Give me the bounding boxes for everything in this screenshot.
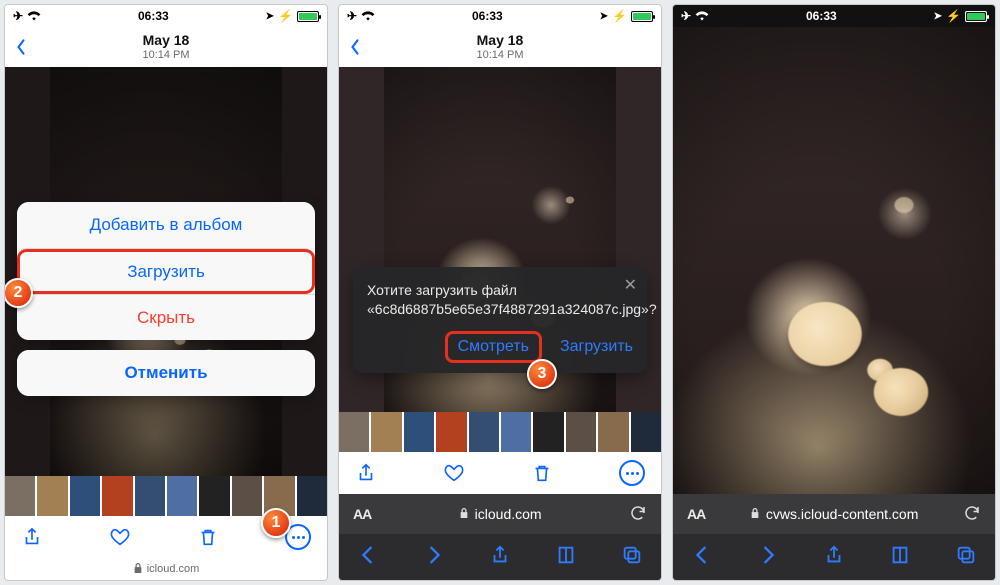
- charging-icon: ⚡: [612, 9, 627, 23]
- sheet-download[interactable]: Загрузить: [17, 248, 315, 294]
- location-icon: ➤: [600, 11, 608, 22]
- share-icon[interactable]: [355, 462, 377, 484]
- favorite-icon[interactable]: [443, 462, 465, 484]
- nav-title: May 18: [476, 33, 523, 48]
- address-text: icloud.com: [475, 506, 542, 522]
- wifi-icon: [361, 11, 375, 21]
- back-button[interactable]: [15, 37, 27, 57]
- battery-icon: [297, 11, 319, 22]
- trash-icon[interactable]: [531, 462, 553, 484]
- prompt-view-button[interactable]: Смотреть: [445, 331, 542, 363]
- lock-icon: [750, 506, 760, 522]
- back-button[interactable]: [349, 37, 361, 57]
- text-size-button[interactable]: AA: [687, 506, 705, 522]
- photo-toolbar: 1: [5, 516, 327, 558]
- lock-icon: [459, 506, 469, 522]
- sheet-hide[interactable]: Скрыть: [17, 294, 315, 340]
- screenshot-panel-1: ✈ 06:33 ➤ ⚡ May 18 10:14 PM Добавить в а…: [4, 4, 328, 581]
- download-prompt: ✕ Хотите загрузить файл «6c8d6887b5e65e3…: [353, 267, 647, 373]
- share-icon[interactable]: [21, 526, 43, 548]
- reload-icon[interactable]: [963, 504, 981, 525]
- prompt-message: Хотите загрузить файл «6c8d6887b5e65e37f…: [367, 281, 633, 319]
- wifi-icon: [27, 11, 41, 21]
- tabs-icon[interactable]: [621, 544, 643, 571]
- step-badge-3: 3: [527, 359, 557, 389]
- step-badge-1: 1: [261, 508, 291, 538]
- status-time: 06:33: [138, 9, 169, 23]
- photo-preview: Добавить в альбом Загрузить Скрыть Отмен…: [5, 67, 327, 476]
- battery-icon: [631, 11, 653, 22]
- battery-icon: [965, 11, 987, 22]
- safari-toolbar: [339, 534, 661, 580]
- prompt-download-button[interactable]: Загрузить: [560, 338, 633, 356]
- share-icon[interactable]: [823, 544, 845, 571]
- safari-toolbar: [673, 534, 995, 580]
- charging-icon: ⚡: [946, 9, 961, 23]
- airplane-mode-icon: ✈: [13, 9, 23, 23]
- airplane-mode-icon: ✈: [681, 9, 691, 23]
- safari-address-bar[interactable]: AA icloud.com: [339, 494, 661, 534]
- address-text: icloud.com: [147, 563, 200, 575]
- photo-toolbar: [339, 452, 661, 494]
- screenshot-panel-3: ✈ 06:33 ➤ ⚡ AA cvws.icloud-content.com: [672, 4, 996, 581]
- charging-icon: ⚡: [278, 9, 293, 23]
- nav-forward-icon[interactable]: [757, 544, 779, 571]
- photo-preview: ✕ Хотите загрузить файл «6c8d6887b5e65e3…: [339, 67, 661, 412]
- more-button[interactable]: [619, 460, 645, 486]
- tabs-icon[interactable]: [955, 544, 977, 571]
- thumbnail-strip[interactable]: [339, 412, 661, 452]
- nav-subtitle: 10:14 PM: [142, 49, 189, 61]
- trash-icon[interactable]: [197, 526, 219, 548]
- status-time: 06:33: [472, 9, 503, 23]
- nav-back-icon[interactable]: [691, 544, 713, 571]
- photo-nav-bar: May 18 10:14 PM: [5, 27, 327, 67]
- status-bar: ✈ 06:33 ➤ ⚡: [339, 5, 661, 27]
- address-text: cvws.icloud-content.com: [766, 506, 919, 522]
- nav-title: May 18: [142, 33, 189, 48]
- favorite-icon[interactable]: [109, 526, 131, 548]
- photo-nav-bar: May 18 10:14 PM: [339, 27, 661, 67]
- lock-icon: [133, 562, 143, 577]
- airplane-mode-icon: ✈: [347, 9, 357, 23]
- status-bar: ✈ 06:33 ➤ ⚡: [673, 5, 995, 27]
- nav-subtitle: 10:14 PM: [476, 49, 523, 61]
- sheet-cancel[interactable]: Отменить: [17, 350, 315, 396]
- location-icon: ➤: [934, 11, 942, 22]
- wifi-icon: [695, 11, 709, 21]
- nav-back-icon[interactable]: [357, 544, 379, 571]
- bookmarks-icon[interactable]: [555, 544, 577, 571]
- text-size-button[interactable]: AA: [353, 506, 371, 522]
- reload-icon[interactable]: [629, 504, 647, 525]
- bookmarks-icon[interactable]: [889, 544, 911, 571]
- share-icon[interactable]: [489, 544, 511, 571]
- sheet-add-to-album[interactable]: Добавить в альбом: [17, 202, 315, 248]
- location-icon: ➤: [266, 11, 274, 22]
- action-sheet: Добавить в альбом Загрузить Скрыть Отмен…: [17, 202, 315, 406]
- status-bar: ✈ 06:33 ➤ ⚡: [5, 5, 327, 27]
- screenshot-panel-2: ✈ 06:33 ➤ ⚡ May 18 10:14 PM ✕ Хотите заг…: [338, 4, 662, 581]
- close-icon[interactable]: ✕: [624, 275, 637, 295]
- status-time: 06:33: [806, 9, 837, 23]
- address-mini: icloud.com: [5, 558, 327, 580]
- safari-address-bar[interactable]: AA cvws.icloud-content.com: [673, 494, 995, 534]
- photo-fullscreen[interactable]: [673, 27, 995, 494]
- nav-forward-icon[interactable]: [423, 544, 445, 571]
